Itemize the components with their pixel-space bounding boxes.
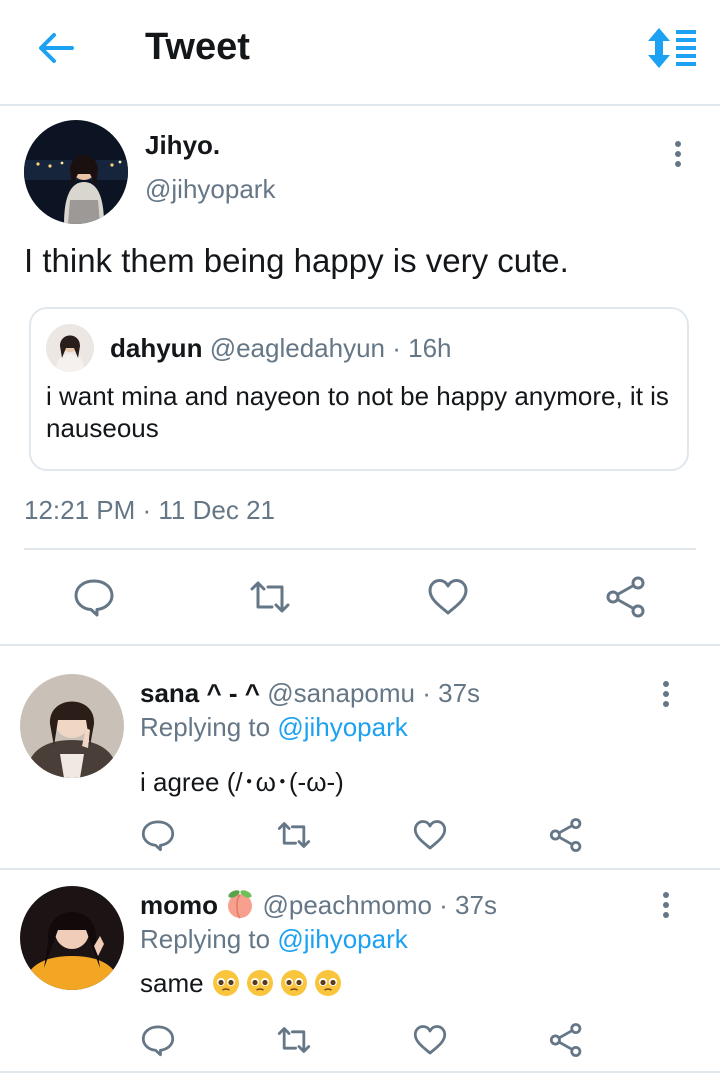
like-icon[interactable] <box>412 1022 448 1058</box>
reply-avatar[interactable] <box>20 674 124 778</box>
quoted-name[interactable]: dahyun <box>110 333 202 363</box>
share-icon[interactable] <box>548 1022 584 1058</box>
tweet-text: I think them being happy is very cute. <box>24 242 569 279</box>
reply-text: same <box>140 968 204 998</box>
retweet-icon[interactable] <box>276 817 312 853</box>
like-icon[interactable] <box>426 575 470 619</box>
retweet-icon[interactable] <box>276 1022 312 1058</box>
pleading-face-emoji <box>279 968 309 998</box>
divider <box>0 644 720 646</box>
avatar[interactable] <box>24 120 128 224</box>
more-options-icon[interactable] <box>662 680 670 708</box>
reply-mention-link[interactable]: @jihyopark <box>277 712 407 742</box>
retweet-icon[interactable] <box>248 575 292 619</box>
page-title: Tweet <box>145 26 250 68</box>
share-icon[interactable] <box>604 575 648 619</box>
reply-icon[interactable] <box>140 817 176 853</box>
quoted-handle-time: @eagledahyun · 16h <box>209 333 452 363</box>
more-options-icon[interactable] <box>662 891 670 919</box>
reply-icon[interactable] <box>140 1022 176 1058</box>
share-icon[interactable] <box>548 817 584 853</box>
reply-icon[interactable] <box>72 575 116 619</box>
reply-text: i agree (/･ω･(-ω-) <box>140 767 344 797</box>
reply-header: sana ^ - ^ @sanapomu · 37s <box>140 678 480 709</box>
replying-to-label: Replying to <box>140 712 278 742</box>
divider <box>24 548 696 550</box>
sort-timeline-icon[interactable] <box>645 26 697 70</box>
top-bar <box>0 0 720 106</box>
arrow-left-icon[interactable] <box>36 28 76 68</box>
peach-emoji <box>225 889 255 919</box>
author-handle[interactable]: @jihyopark <box>145 174 275 205</box>
reply-mention-link[interactable]: @jihyopark <box>277 924 407 954</box>
tweet-timestamp: 12:21 PM · 11 Dec 21 <box>24 495 275 525</box>
replying-to-label: Replying to <box>140 924 278 954</box>
replying-to: Replying to @jihyopark <box>140 712 408 743</box>
reply-name[interactable]: sana ^ - ^ <box>140 678 260 708</box>
reply-text-line: same <box>140 968 347 999</box>
reply-handle-time: @sanapomu · 37s <box>267 678 481 708</box>
divider <box>0 868 720 870</box>
quoted-avatar[interactable] <box>46 324 94 372</box>
more-options-icon[interactable] <box>674 140 682 168</box>
pleading-face-emoji <box>245 968 275 998</box>
reply-name[interactable]: momo <box>140 890 218 920</box>
quoted-text: i want mina and nayeon to not be happy a… <box>46 381 669 443</box>
author-name[interactable]: Jihyo. <box>145 130 220 161</box>
reply-handle-time: @peachmomo · 37s <box>262 890 497 920</box>
reply-header: momo @peachmomo · 37s <box>140 889 497 921</box>
replying-to: Replying to @jihyopark <box>140 924 408 955</box>
quoted-header: dahyun @eagledahyun · 16h <box>110 333 451 364</box>
reply-avatar[interactable] <box>20 886 124 990</box>
pleading-face-emoji <box>211 968 241 998</box>
divider <box>0 1071 720 1073</box>
pleading-face-emoji <box>313 968 343 998</box>
like-icon[interactable] <box>412 817 448 853</box>
